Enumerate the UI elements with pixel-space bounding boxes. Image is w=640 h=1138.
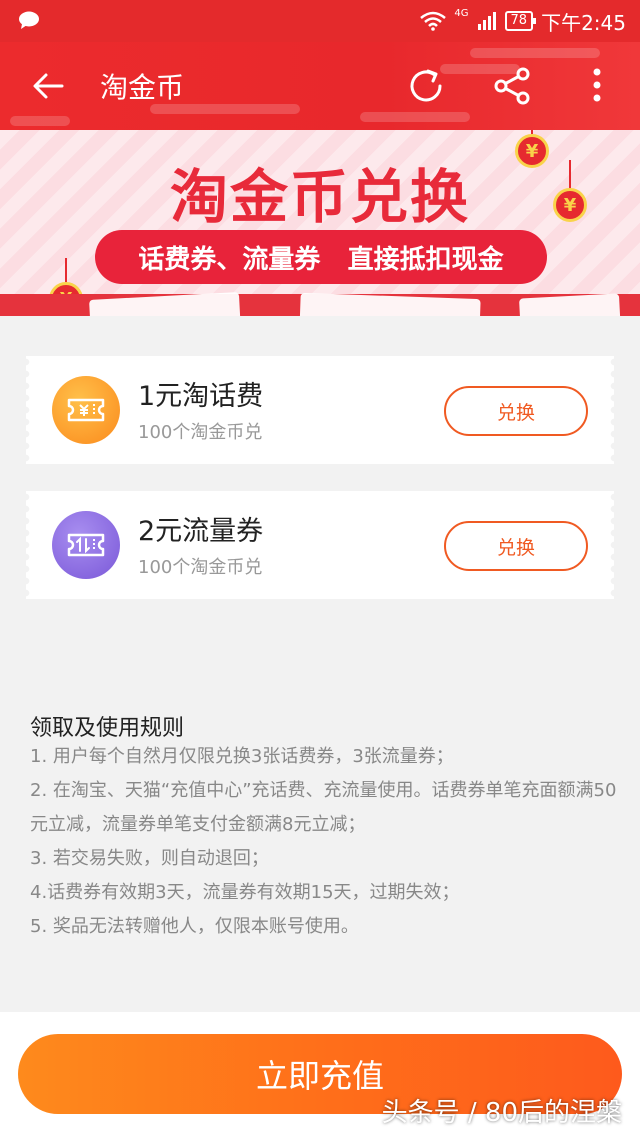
rule-line: 2. 在淘宝、天猫“充值中心”充话费、充流量使用。话费券单笔充面额满50元立减，… bbox=[30, 780, 617, 835]
status-bar-right: 4G 78 下午2:45 bbox=[420, 6, 626, 36]
data-traffic-ticket-icon bbox=[52, 511, 120, 579]
item-cost: 100个淘金币兑 bbox=[138, 422, 263, 443]
rule-line: 5. 奖品无法转赠他人，仅限本账号使用。 bbox=[30, 916, 359, 937]
back-arrow-icon[interactable] bbox=[30, 68, 66, 104]
banner-subtitle: 话费券、流量券 直接抵扣现金 bbox=[95, 230, 547, 284]
rules-title: 领取及使用规则 bbox=[30, 716, 185, 741]
banner-title: 淘金币兑换 bbox=[169, 163, 470, 231]
promo-banner: ¥ ¥ ¥ 淘金币兑换 话费券、流量券 直接抵扣现金 bbox=[0, 130, 640, 316]
message-notification-icon bbox=[19, 11, 39, 29]
item-cost: 100个淘金币兑 bbox=[138, 557, 263, 578]
exchange-item-card: 2元流量券 100个淘金币兑 兑换 bbox=[26, 491, 614, 599]
redeem-button[interactable]: 兑换 bbox=[444, 521, 588, 571]
phone-credit-ticket-icon bbox=[52, 376, 120, 444]
exchange-item-card: 1元淘话费 100个淘金币兑 兑换 bbox=[26, 356, 614, 464]
share-icon[interactable] bbox=[492, 66, 532, 106]
clock: 下午2:45 bbox=[541, 10, 626, 35]
signal-icon bbox=[477, 12, 496, 30]
rule-line: 1. 用户每个自然月仅限兑换3张话费券，3张流量券； bbox=[30, 746, 454, 767]
redeem-button[interactable]: 兑换 bbox=[444, 386, 588, 436]
refresh-icon[interactable] bbox=[406, 66, 446, 106]
app-header: 淘金币 bbox=[0, 42, 640, 130]
banner-ticket-decoration bbox=[519, 293, 621, 316]
item-name: 1元淘话费 bbox=[138, 381, 264, 412]
page-title: 淘金币 bbox=[100, 71, 185, 104]
wifi-icon bbox=[420, 11, 447, 31]
more-options-icon[interactable] bbox=[582, 66, 612, 106]
rule-line: 3. 若交易失败，则自动退回； bbox=[30, 848, 269, 869]
watermark: 头条号 / 80后的涅槃 bbox=[381, 1098, 622, 1128]
coin-string bbox=[65, 258, 67, 284]
network-type-label: 4G bbox=[454, 8, 469, 19]
item-name: 2元流量券 bbox=[138, 516, 264, 547]
rule-line: 4.话费券有效期3天，流量券有效期15天，过期失效； bbox=[30, 882, 460, 903]
rules-list: 1. 用户每个自然月仅限兑换3张话费券，3张流量券； 2. 在淘宝、天猫“充值中… bbox=[30, 740, 620, 944]
status-bar: 4G 78 下午2:45 bbox=[0, 0, 640, 42]
battery-indicator: 78 bbox=[504, 11, 536, 31]
